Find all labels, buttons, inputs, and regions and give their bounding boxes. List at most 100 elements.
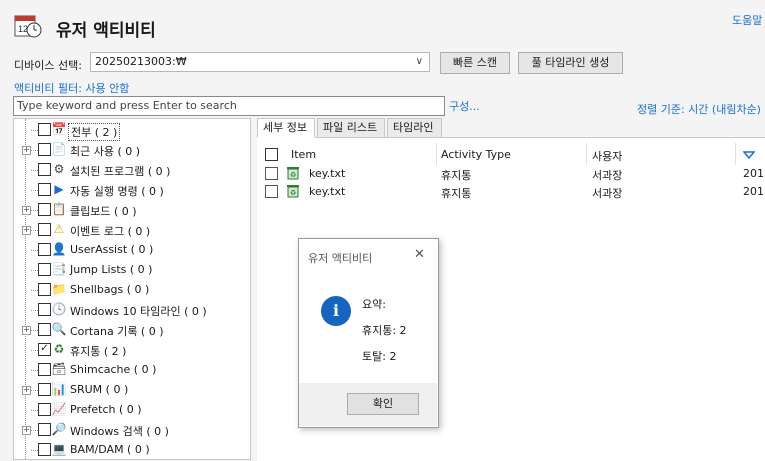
expand-icon[interactable]: + [22, 226, 31, 235]
column-header-activity-type[interactable]: Activity Type [441, 148, 511, 161]
sort-descending-icon[interactable] [742, 149, 756, 162]
activity-tree[interactable]: 📅 전부 ( 2 ) + 📄 최근 사용 ( 0 ) ⚙ 설치된 프로그램 ( 0 ) ▶ 자동… [13, 118, 251, 460]
tree-connector [31, 350, 38, 351]
clipboard-icon: 📋 [51, 202, 67, 216]
expand-icon[interactable]: + [22, 386, 31, 395]
device-select[interactable]: 20250213003:₩ ∨ [90, 52, 430, 72]
tree-item[interactable]: + 📋 클립보드 ( 0 ) [14, 200, 250, 220]
activity-filter-link[interactable]: 액티비티 필터: 사용 안함 [14, 80, 129, 96]
shimcache-icon: 🗃 [51, 362, 67, 376]
tree-connector [31, 390, 38, 391]
row-item[interactable]: key.txt [309, 185, 345, 198]
tree-item-checkbox[interactable] [38, 423, 51, 436]
tree-item[interactable]: 🗃 Shimcache ( 0 ) [14, 360, 250, 380]
recycle-bin-icon: ♻ [287, 184, 299, 201]
tree-connector [31, 250, 38, 251]
event-log-icon: ⚠ [53, 222, 65, 236]
device-select-value: 20250213003:₩ [95, 55, 187, 68]
tree-item-label: Cortana 기록 ( 0 ) [70, 325, 164, 338]
row-checkbox[interactable] [265, 167, 278, 180]
tree-item-label: 최근 사용 ( 0 ) [70, 145, 141, 158]
tree-item[interactable]: 🕓 Windows 10 타임라인 ( 0 ) [14, 300, 250, 320]
search-input[interactable]: Type keyword and press Enter to search [13, 96, 445, 116]
shellbags-icon: 📁 [51, 282, 67, 296]
tree-item-label: SRUM ( 0 ) [70, 383, 129, 396]
ok-button[interactable]: 확인 [347, 393, 419, 415]
tree-item[interactable]: 📁 Shellbags ( 0 ) [14, 280, 250, 300]
prefetch-icon: 📈 [51, 402, 67, 416]
tree-item[interactable]: 📈 Prefetch ( 0 ) [14, 400, 250, 420]
tree-item[interactable]: + 🔍 Cortana 기록 ( 0 ) [14, 320, 250, 340]
tab-details[interactable]: 세부 정보 [257, 118, 315, 138]
tree-connector [31, 410, 38, 411]
column-header-user[interactable]: 사용자 [592, 148, 622, 164]
tree-item-checkbox[interactable] [38, 403, 51, 416]
sort-by-link[interactable]: 정렬 기준: 시간 (내림차순) [637, 101, 761, 117]
tree-item[interactable]: + 📊 SRUM ( 0 ) [14, 380, 250, 400]
device-select-label: 디바이스 선택: [14, 59, 82, 72]
installed-programs-icon: ⚙ [53, 162, 65, 176]
tree-item-label: 전부 ( 2 ) [68, 123, 121, 141]
quick-scan-button[interactable]: 빠른 스캔 [440, 52, 510, 74]
tree-item-checkbox[interactable] [38, 383, 51, 396]
tree-connector [31, 330, 38, 331]
tree-item-label: Prefetch ( 0 ) [70, 403, 142, 416]
configure-link[interactable]: 구성... [449, 98, 480, 114]
row-activity-type: 휴지통 [441, 169, 472, 182]
tree-item-checkbox[interactable] [38, 243, 51, 256]
tree-item-checkbox[interactable] [38, 283, 51, 296]
row-time: 2015 [743, 185, 765, 198]
column-header-item[interactable]: Item [291, 148, 316, 161]
tree-item[interactable]: 📅 전부 ( 2 ) [14, 120, 250, 141]
tree-item-checkbox[interactable] [38, 203, 51, 216]
tree-item-checkbox[interactable] [38, 363, 51, 376]
jump-list-icon: 📑 [51, 262, 67, 276]
tree-item[interactable]: 📑 Jump Lists ( 0 ) [14, 260, 250, 280]
tree-item[interactable]: + ⚠ 이벤트 로그 ( 0 ) [14, 220, 250, 240]
column-divider [735, 143, 736, 165]
expand-icon[interactable]: + [22, 206, 31, 215]
tree-item-checkbox[interactable] [38, 183, 51, 196]
app-calendar-clock-icon: 12 [14, 12, 42, 40]
tree-item-checkbox[interactable] [38, 323, 51, 336]
full-timeline-button[interactable]: 풀 타임라인 생성 [518, 52, 623, 74]
tree-item-checkbox[interactable] [38, 163, 51, 176]
tree-item-label: BAM/DAM ( 0 ) [70, 443, 150, 456]
tree-connector [31, 290, 38, 291]
help-link[interactable]: 도움말 [732, 12, 762, 28]
tab-timeline[interactable]: 타임라인 [387, 118, 442, 138]
tree-item-label: Jump Lists ( 0 ) [70, 263, 153, 276]
tree-item-checkbox[interactable] [38, 263, 51, 276]
row-checkbox[interactable] [265, 185, 278, 198]
tree-item-checkbox[interactable] [38, 223, 51, 236]
tree-item-checkbox[interactable] [38, 443, 51, 456]
tree-item[interactable]: ✓ ♻ 휴지통 ( 2 ) [14, 340, 250, 360]
tree-item-label: Shimcache ( 0 ) [70, 363, 157, 376]
tree-item[interactable]: + 🔎 Windows 검색 ( 0 ) [14, 420, 250, 440]
tree-item-checkbox[interactable] [38, 143, 51, 156]
tree-item[interactable]: 💻 BAM/DAM ( 0 ) [14, 440, 250, 459]
userassist-icon: 👤 [51, 242, 67, 256]
close-icon[interactable]: ✕ [414, 247, 425, 262]
tree-item[interactable]: + 📄 최근 사용 ( 0 ) [14, 140, 250, 160]
expand-icon[interactable]: + [22, 146, 31, 155]
svg-text:♻: ♻ [290, 171, 296, 179]
tree-item-checkbox[interactable] [38, 123, 51, 136]
tree-connector [31, 230, 38, 231]
tree-item-checkbox[interactable]: ✓ [38, 343, 51, 356]
column-divider [586, 143, 587, 165]
row-item[interactable]: key.txt [309, 167, 345, 180]
srum-icon: 📊 [51, 382, 67, 396]
expand-icon[interactable]: + [22, 426, 31, 435]
tree-connector [31, 430, 38, 431]
tree-item-checkbox[interactable] [38, 303, 51, 316]
tree-connector [31, 210, 38, 211]
info-icon: i [321, 296, 351, 326]
tab-file-list[interactable]: 파일 리스트 [317, 118, 385, 138]
tree-item[interactable]: 👤 UserAssist ( 0 ) [14, 240, 250, 260]
tree-item[interactable]: ▶ 자동 실행 명령 ( 0 ) [14, 180, 250, 200]
dialog-summary-label: 요약: [362, 298, 386, 311]
expand-icon[interactable]: + [22, 326, 31, 335]
select-all-checkbox[interactable] [265, 148, 278, 161]
tree-item[interactable]: ⚙ 설치된 프로그램 ( 0 ) [14, 160, 250, 180]
